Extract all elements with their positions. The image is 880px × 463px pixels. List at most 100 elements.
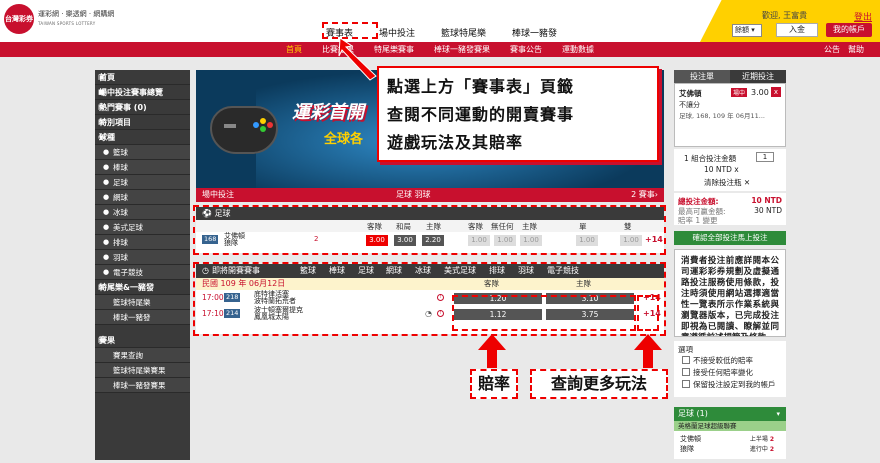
my-account-button[interactable]: 我的帳戶 <box>826 23 872 37</box>
tennis-icon: ● <box>103 193 110 201</box>
total-value: 10 NTD <box>751 196 782 205</box>
label-more-options: 查詢更多玩法 <box>530 369 668 399</box>
baseball-icon: ● <box>103 163 110 171</box>
logout-link[interactable]: 登出 <box>854 10 872 23</box>
sidebar-item[interactable]: ● 棒球 <box>95 160 190 175</box>
sidebar-item[interactable]: ● 籃球 <box>95 145 190 160</box>
up-arrow-odds <box>478 334 506 368</box>
tab-bet-slip[interactable]: 投注單 <box>674 70 730 83</box>
gamepad-icon <box>210 106 278 154</box>
live-betting-strip[interactable]: 場中投注 足球 羽球 2 賽事› <box>196 188 664 202</box>
balance-select[interactable]: 餘額 ▾ <box>732 24 762 37</box>
nav-basketball-special[interactable]: 籃球特尾樂 <box>441 26 486 39</box>
subnav-notice[interactable]: 公告 <box>824 43 840 56</box>
option-save-settings[interactable]: 保留投注設定到我的帳戶 <box>682 379 776 390</box>
sidebar-item[interactable]: ● 羽球 <box>95 250 190 265</box>
user-area: 歡迎, 王富貴 登出 餘額 ▾ 入金 我的帳戶 <box>732 8 872 38</box>
sidebar-item[interactable]: ■ 場中投注賽事總覽 <box>95 85 190 100</box>
sidebar-item[interactable]: ▣ 首頁 <box>95 70 190 85</box>
sidebar-item[interactable]: ◉ 球種 <box>95 130 190 145</box>
home-icon: ▣ <box>98 73 105 81</box>
sidebar-item[interactable]: 棒球一豬發 <box>95 310 190 325</box>
sidebar-item-label: 足球 <box>113 178 128 187</box>
score-2: 2 <box>769 446 774 453</box>
subnav-sports-data[interactable]: 運動數據 <box>562 43 594 56</box>
basketball-icon: ● <box>103 148 110 156</box>
sidebar-item[interactable]: ▤ 熱門賽事 (0) <box>95 100 190 115</box>
sidebar-item[interactable]: ● 電子競技 <box>95 265 190 280</box>
soccer-icon: ● <box>103 178 110 186</box>
max-win-value: 30 NTD <box>754 206 782 215</box>
callout-line-2: 查閱不同運動的開賣賽事 <box>387 105 575 124</box>
sidebar-item-label: 網球 <box>113 193 128 202</box>
banner-title: 運彩首開 <box>292 102 364 123</box>
clear-slip-label: 清除投注瓶 <box>704 178 742 187</box>
welcome-text: 歡迎, 王富貴 <box>762 11 808 20</box>
sidebar-item-label: 棒球 <box>113 163 128 172</box>
combo-bet: 1 組合投注金額 1 10 NTD x 清除投注瓶 ✕ <box>674 149 786 191</box>
ball-icon: ◉ <box>98 133 105 141</box>
top-header: 台灣彩券 運彩網 · 樂透網 · 網購網 TAIWAN SPORTS LOTTE… <box>0 0 880 42</box>
combo-quantity-input[interactable]: 1 <box>756 152 774 162</box>
slip-bet-type: 不讓分 <box>679 101 700 109</box>
sidebar-item[interactable]: ● 足球 <box>95 175 190 190</box>
live-icon: ■ <box>98 88 105 96</box>
sidebar-item[interactable]: 賽果查詢 <box>95 348 190 363</box>
slip-remove-button[interactable]: x <box>771 87 781 97</box>
sidebar-item-label: 賽果查詢 <box>113 351 143 360</box>
sidebar-item[interactable]: ▦ 特尾樂&一豬發 <box>95 280 190 295</box>
combo-amount: 10 NTD x <box>704 165 739 174</box>
sidebar-spacer <box>95 325 190 333</box>
sidebar-item-label: 電子競技 <box>113 268 143 277</box>
subnav-help[interactable]: 幫助 <box>848 43 864 56</box>
subnav-baseball-results[interactable]: 棒球一豬發賽果 <box>434 43 490 56</box>
sidebar-item[interactable]: 籃球特尾樂賽果 <box>95 363 190 378</box>
sidebar-item[interactable]: ● 排球 <box>95 235 190 250</box>
option-accept-any[interactable]: 接受任何賠率變化 <box>682 367 753 378</box>
subnav-announcements[interactable]: 賽事公告 <box>510 43 542 56</box>
option-reject-lower[interactable]: 不接受較低的賠率 <box>682 355 753 366</box>
slip-live-tag: 場中 <box>731 88 748 97</box>
progress-status: 進行中 2 <box>750 444 774 453</box>
instruction-callout: 點選上方「賽事表」頁籤 查閱不同運動的開賣賽事 遊戲玩法及其賠率 <box>377 66 659 162</box>
chevron-down-icon[interactable]: ▾ <box>776 407 780 421</box>
tab-recent-bets[interactable]: 近期投注 <box>730 70 786 83</box>
sidebar-item-label: 熱門賽事 (0) <box>99 103 147 112</box>
brand-zh: 運彩網 · 樂透網 · 網購網 <box>38 10 115 18</box>
score-1: 2 <box>769 436 774 443</box>
sidebar-item[interactable]: ● 網球 <box>95 190 190 205</box>
subnav-home[interactable]: 首頁 <box>286 43 302 56</box>
highlight-odds-columns <box>452 295 636 331</box>
sub-nav: 首頁 比賽結果 特尾樂賽事 棒球一豬發賽果 賽事公告 運動數據 <box>286 43 594 56</box>
callout-line-3: 遊戲玩法及其賠率 <box>387 133 524 152</box>
sidebar-item[interactable]: ▤ 賽果 <box>95 333 190 348</box>
sidebar-item[interactable]: 棒球一豬發賽果 <box>95 378 190 393</box>
nav-baseball-special[interactable]: 棒球一豬發 <box>512 26 557 39</box>
progress-label: 進行中 <box>749 446 768 453</box>
live-match[interactable]: 艾佛頓 狼隊 上半場 2 進行中 2 <box>674 431 786 459</box>
strip-event-count[interactable]: 2 賽事› <box>631 188 658 202</box>
brand: 運彩網 · 樂透網 · 網購網 TAIWAN SPORTS LOTTERY <box>38 9 114 29</box>
taiwan-lottery-logo[interactable]: 台灣彩券 <box>4 4 34 34</box>
close-icon: ✕ <box>743 178 751 187</box>
bet-slip-tabs: 投注單 近期投注 <box>674 70 786 83</box>
nav-live-betting[interactable]: 場中投注 <box>379 26 415 39</box>
hot-icon: ▤ <box>98 103 105 111</box>
highlight-more-column <box>637 295 659 331</box>
clear-slip-link[interactable]: 清除投注瓶 ✕ <box>704 177 750 188</box>
live-soccer-header[interactable]: 足球 (1) ▾ <box>674 407 786 421</box>
sidebar-item-label: 場中投注賽事總覽 <box>99 88 163 97</box>
deposit-button[interactable]: 入金 <box>776 23 818 37</box>
team-2: 狼隊 <box>680 445 694 453</box>
sidebar-item[interactable]: ▦ 特別項目 <box>95 115 190 130</box>
sidebar-item-label: 棒球一豬發 <box>113 313 151 322</box>
sidebar-item[interactable]: 籃球特尾樂 <box>95 295 190 310</box>
sidebar-item-label: 籃球特尾樂賽果 <box>113 366 166 375</box>
sub-nav-bar: 首頁 比賽結果 特尾樂賽事 棒球一豬發賽果 賽事公告 運動數據 公告 幫助 <box>0 42 880 57</box>
confirm-bet-button[interactable]: 確認全部投注馬上投注 <box>674 231 786 245</box>
team-1: 艾佛頓 <box>680 435 701 443</box>
terms-notice: 消費者投注前應詳閱本公司運彩彩券規劃及虛擬通路投注服務使用條款，投注時須使用網站… <box>674 249 786 337</box>
volleyball-icon: ● <box>103 238 110 246</box>
sidebar-item[interactable]: ● 美式足球 <box>95 220 190 235</box>
sidebar-item[interactable]: ● 冰球 <box>95 205 190 220</box>
